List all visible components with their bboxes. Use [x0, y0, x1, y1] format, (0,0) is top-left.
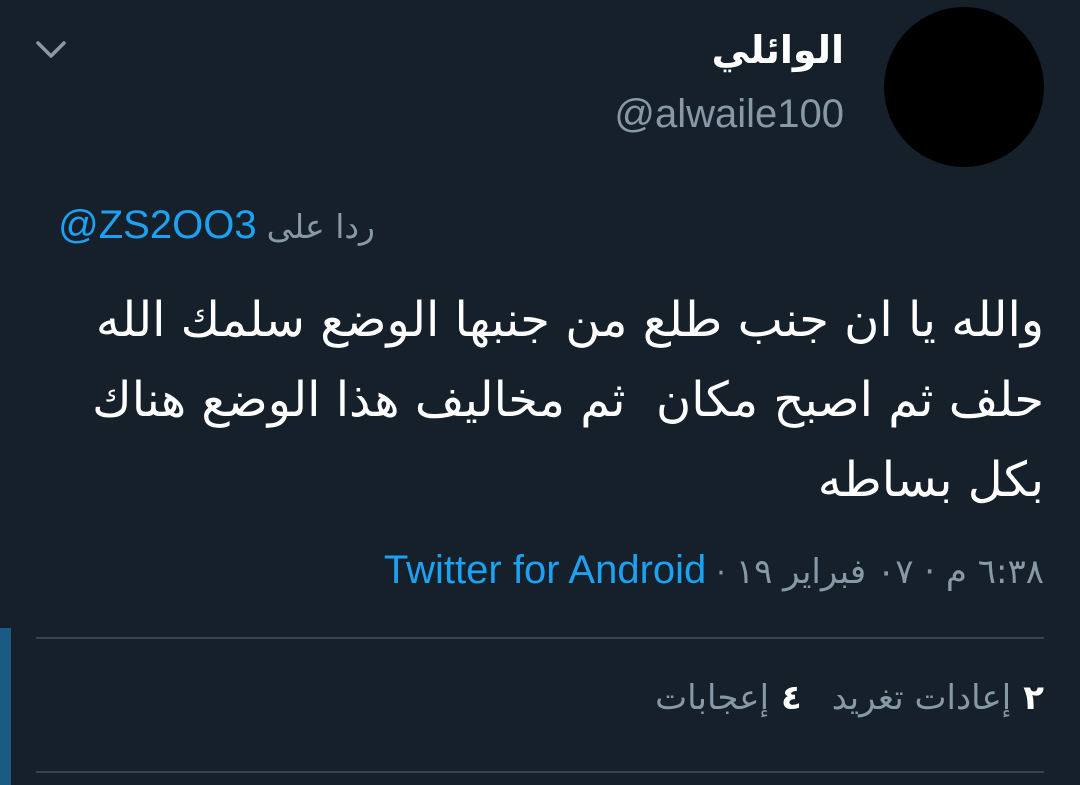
display-name[interactable]: الوائلي — [712, 28, 844, 72]
left-accent-bar — [0, 628, 11, 785]
reply-label: ردا على — [266, 207, 375, 246]
avatar[interactable] — [884, 7, 1044, 167]
user-handle[interactable]: @alwaile100 — [614, 92, 844, 137]
reply-context: @ZS2OO3 ردا على — [58, 203, 375, 248]
divider — [36, 771, 1044, 773]
divider — [36, 637, 1044, 639]
chevron-down-icon[interactable] — [36, 40, 66, 60]
tweet-text: والله يا ان جنب طلع من جنبها الوضع سلمك … — [76, 292, 1044, 508]
tweet-meta: Twitter for Android · ٦:٣٨ م · ٠٧ فبراير… — [384, 548, 1044, 593]
reply-mention-link[interactable]: @ZS2OO3 — [58, 203, 256, 248]
likes-count: ٤ — [781, 678, 802, 718]
tweet-stats: ٢ إعادات تغريد ٤ إعجابات — [655, 678, 1044, 718]
likes-label: إعجابات — [655, 678, 770, 718]
retweets-stat[interactable]: ٢ إعادات تغريد — [832, 678, 1044, 718]
retweets-count: ٢ — [1023, 678, 1044, 718]
likes-stat[interactable]: ٤ إعجابات — [655, 678, 802, 718]
tweet-timestamp: ٦:٣٨ م · ٠٧ فبراير ١٩ — [735, 552, 1044, 592]
retweets-label: إعادات تغريد — [831, 678, 1012, 718]
tweet-source-link[interactable]: Twitter for Android — [384, 548, 706, 593]
meta-separator: · — [716, 556, 726, 591]
